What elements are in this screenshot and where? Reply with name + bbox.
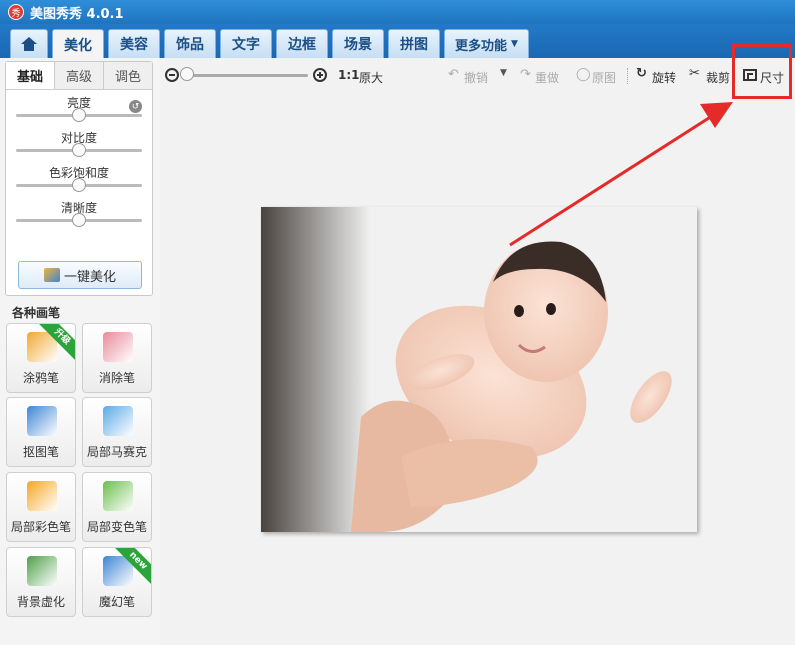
app-title: 美图秀秀 4.0.1 xyxy=(30,6,124,22)
brush-mosaic[interactable]: 局部马赛克 xyxy=(82,397,152,467)
brightness-slider: 亮度 xyxy=(6,90,152,125)
slider-thumb[interactable] xyxy=(72,178,86,192)
brush-cutout[interactable]: 抠图笔 xyxy=(6,397,76,467)
tab-text[interactable]: 文字 xyxy=(220,29,272,58)
ratio-label[interactable]: 1:1 xyxy=(338,68,360,82)
slider-thumb[interactable] xyxy=(72,213,86,227)
subtab-color[interactable]: 调色 xyxy=(104,62,152,89)
rotate-button[interactable]: 旋转 xyxy=(652,69,676,86)
original-image-icon: ◯ xyxy=(576,67,591,82)
image-toolbar: 1:1 原大 ↶ 撤销 ▼ ↷ 重做 ◯ 原图 ↻ 旋转 ✂ 裁剪 尺寸 xyxy=(160,58,795,92)
rotate-icon: ↻ xyxy=(636,66,647,81)
title-bar: 秀 美图秀秀 4.0.1 xyxy=(0,0,795,24)
tab-beauty[interactable]: 美容 xyxy=(108,29,160,58)
tab-more-features[interactable]: 更多功能 ▼ xyxy=(444,29,529,58)
original-size-button[interactable]: 原大 xyxy=(359,69,383,86)
brush-local-recolor[interactable]: 局部变色笔 xyxy=(82,472,152,542)
subtab-advanced[interactable]: 高级 xyxy=(55,62,104,89)
sharpness-slider: 清晰度 xyxy=(6,195,152,230)
blur-icon xyxy=(27,556,57,586)
color-brush-icon xyxy=(27,481,57,511)
tab-scenes[interactable]: 场景 xyxy=(332,29,384,58)
app-logo-icon: 秀 xyxy=(8,4,24,20)
tab-collage[interactable]: 拼图 xyxy=(388,29,440,58)
zoom-slider-thumb[interactable] xyxy=(180,67,195,81)
redo-icon: ↷ xyxy=(520,67,531,82)
brush-background-blur[interactable]: 背景虚化 xyxy=(6,547,76,617)
slider-thumb[interactable] xyxy=(72,108,86,122)
saturation-slider: 色彩饱和度 xyxy=(6,160,152,195)
chevron-down-icon: ▼ xyxy=(511,39,518,49)
left-panel: 基础 高级 调色 ↺ 亮度 对比度 色彩饱和度 清晰度 一键美化 各种画笔 升级… xyxy=(0,58,160,645)
slider-thumb[interactable] xyxy=(72,143,86,157)
brush-local-color[interactable]: 局部彩色笔 xyxy=(6,472,76,542)
highlight-box xyxy=(732,44,792,99)
magic-wand-icon xyxy=(43,268,60,282)
adjustment-tabs: 基础 高级 调色 xyxy=(6,62,152,90)
brush-eraser[interactable]: 消除笔 xyxy=(82,323,152,393)
mosaic-icon xyxy=(103,406,133,436)
tab-home[interactable] xyxy=(10,29,48,58)
adjustment-panel: 基础 高级 调色 ↺ 亮度 对比度 色彩饱和度 清晰度 一键美化 xyxy=(5,61,153,296)
zoom-out-icon[interactable] xyxy=(165,68,179,82)
main-tab-bar: 美化 美容 饰品 文字 边框 场景 拼图 更多功能 ▼ xyxy=(0,24,795,59)
home-icon xyxy=(21,37,37,51)
brush-magic[interactable]: new 魔幻笔 xyxy=(82,547,152,617)
redo-button[interactable]: 重做 xyxy=(535,69,559,86)
brush-doodle[interactable]: 升级 涂鸦笔 xyxy=(6,323,76,393)
original-image-button[interactable]: 原图 xyxy=(592,69,616,86)
zoom-in-icon[interactable] xyxy=(313,68,327,82)
undo-dropdown-icon[interactable]: ▼ xyxy=(500,68,507,78)
divider xyxy=(627,68,628,84)
one-click-beautify-button[interactable]: 一键美化 xyxy=(18,261,142,289)
photo-canvas[interactable] xyxy=(261,207,697,532)
tab-frames[interactable]: 边框 xyxy=(276,29,328,58)
zoom-slider[interactable] xyxy=(185,74,308,77)
paint-bucket-icon xyxy=(103,481,133,511)
photo-image xyxy=(261,207,697,532)
undo-icon: ↶ xyxy=(448,67,459,82)
contrast-slider: 对比度 xyxy=(6,125,152,160)
eraser-icon xyxy=(103,332,133,362)
scissors-icon: ✂ xyxy=(689,66,700,81)
crop-button[interactable]: 裁剪 xyxy=(706,69,730,86)
brushes-title: 各种画笔 xyxy=(12,306,61,320)
tab-accessories[interactable]: 饰品 xyxy=(164,29,216,58)
subtab-basic[interactable]: 基础 xyxy=(6,62,55,89)
pen-icon xyxy=(27,406,57,436)
tab-beautify[interactable]: 美化 xyxy=(52,29,104,59)
undo-button[interactable]: 撤销 xyxy=(464,69,488,86)
